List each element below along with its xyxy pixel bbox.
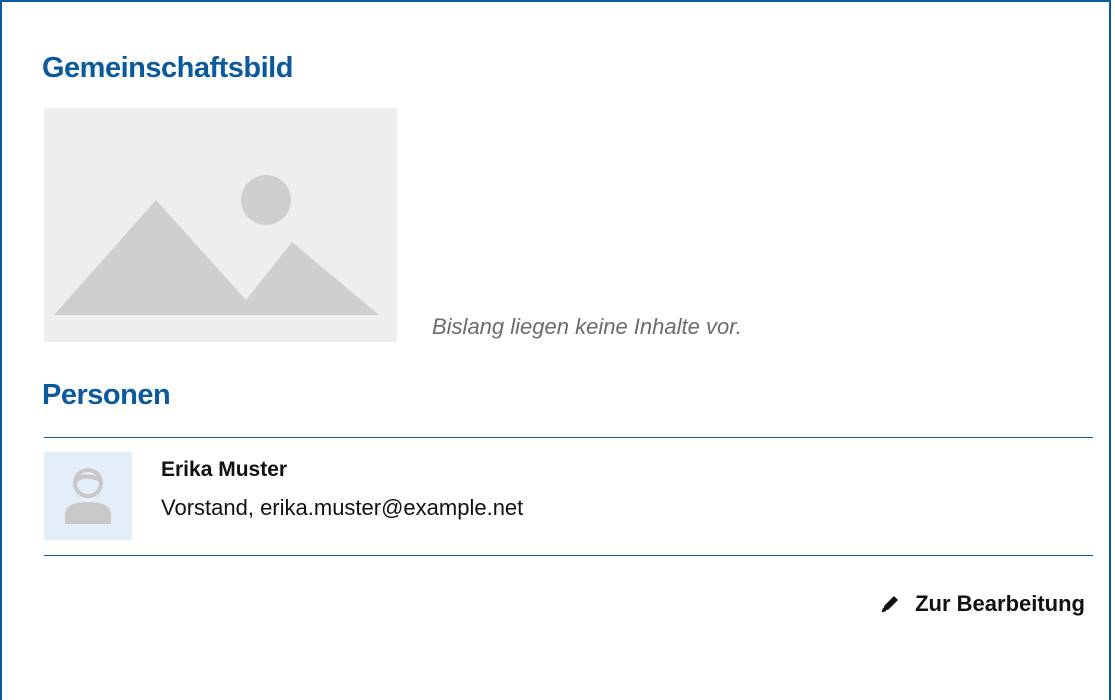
section-title-community-image: Gemeinschaftsbild (42, 52, 293, 84)
divider (44, 437, 1093, 438)
community-image-placeholder (44, 108, 397, 342)
person-avatar-icon (65, 468, 111, 524)
image-placeholder-icon (54, 175, 379, 315)
edit-link[interactable]: Zur Bearbeitung (879, 591, 1085, 617)
divider (44, 555, 1093, 556)
content-panel: Gemeinschaftsbild Bislang liegen keine I… (0, 0, 1111, 700)
pencil-icon (881, 596, 899, 613)
empty-content-note: Bislang liegen keine Inhalte vor. (432, 314, 742, 339)
avatar (44, 452, 132, 540)
person-list-item: Erika Muster Vorstand, erika.muster@exam… (44, 452, 1093, 540)
section-title-persons: Personen (42, 379, 171, 411)
edit-link-label: Zur Bearbeitung (915, 591, 1085, 616)
person-detail: Vorstand, erika.muster@example.net (161, 495, 524, 520)
person-name: Erika Muster (161, 458, 288, 481)
